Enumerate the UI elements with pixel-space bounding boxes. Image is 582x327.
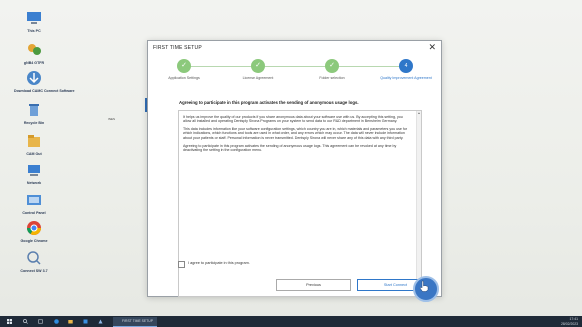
dialog-title: FIRST TIME SETUP — [153, 45, 202, 51]
desktop-icon-label: Download CAMC Connect Software — [14, 89, 75, 93]
recycle-users-icon — [28, 44, 41, 55]
scroll-up-icon[interactable]: ▲ — [417, 111, 421, 115]
search-icon[interactable] — [23, 319, 28, 324]
edge-icon[interactable] — [54, 319, 59, 324]
first-time-setup-dialog: FIRST TIME SETUP ✕ ✓ Application Setting… — [147, 40, 442, 297]
step-connector — [264, 66, 331, 67]
agree-checkbox-label[interactable]: I agree to participate in this program. — [188, 261, 250, 265]
agreement-panel: Agreeing to participate in this program … — [175, 98, 422, 305]
agreement-heading: Agreeing to participate in this program … — [179, 100, 359, 105]
step-4-label: Quality Improvement Agreement — [380, 76, 432, 80]
system-tray[interactable]: 17:41 28/02/2023 — [561, 317, 578, 326]
desktop-icon-network[interactable]: Network — [14, 162, 54, 185]
desktop-icon-label: gNB4 GTFR — [23, 61, 45, 65]
network-icon — [28, 165, 40, 176]
step-connector — [190, 66, 257, 67]
step-1-label: Application Settings — [168, 76, 200, 80]
tray-date: 28/02/2023 — [561, 321, 578, 326]
desktop-icon-label: Control Panel — [22, 211, 46, 215]
control-panel-icon — [27, 195, 41, 205]
desktop-icon-label: CAM Out — [26, 152, 42, 156]
step-3-label: Folder selection — [319, 76, 345, 80]
vertical-scrollbar[interactable]: ▲ ▼ — [416, 111, 421, 296]
previous-button[interactable]: Previous — [276, 279, 351, 291]
desktop-icon-download[interactable]: Download CAMC Connect Software — [14, 70, 75, 93]
setup-stepper: ✓ Application Settings ✓ License Agreeme… — [148, 56, 441, 91]
desktop-icon-this-pc[interactable]: This PC — [14, 10, 54, 33]
desktop-icon-label: Connect SW 3.7 — [20, 269, 48, 273]
desktop-icon-chrome[interactable]: Google Chrome — [14, 220, 54, 243]
search-app-icon — [27, 251, 41, 265]
desktop-icon-cam-out[interactable]: CAM Out — [14, 133, 54, 156]
chrome-icon — [27, 221, 41, 235]
download-icon — [27, 71, 41, 85]
desktop-icon-connect[interactable]: Connect SW 3.7 — [14, 250, 54, 273]
taskbar-active-window-label: FIRST TIME SETUP — [122, 319, 153, 323]
agreement-text-box[interactable]: It helps us improve the quality of our p… — [178, 110, 422, 297]
desktop-icon-label: Google Chrome — [20, 239, 48, 243]
windows-start-icon[interactable] — [7, 319, 12, 324]
step-2-label: License Agreement — [242, 76, 274, 80]
step-3-check-icon: ✓ — [325, 59, 339, 73]
recycle-bin-icon — [29, 104, 39, 116]
computer-icon — [27, 12, 41, 24]
agreement-paragraph: This data includes information like your… — [183, 127, 408, 140]
desktop-icon-recycle-bin[interactable]: Recycle Bin — [14, 102, 54, 125]
hand-cursor-icon — [419, 280, 429, 292]
step-1-check-icon: ✓ — [177, 59, 191, 73]
task-view-icon[interactable] — [38, 319, 43, 324]
agreement-paragraph: It helps us improve the quality of our p… — [183, 115, 403, 124]
step-connector — [338, 66, 406, 67]
agreement-paragraph: Agreeing to participate in this program … — [183, 143, 397, 152]
agree-checkbox[interactable] — [178, 261, 185, 268]
step-2-check-icon: ✓ — [251, 59, 265, 73]
folder-icon — [28, 135, 40, 147]
desktop-icon-label: Recycle Bin — [23, 121, 45, 125]
file-explorer-icon[interactable] — [68, 319, 73, 324]
desktop-icon-users[interactable]: gNB4 GTFR — [14, 42, 54, 65]
desktop-icon-label: Network — [26, 181, 42, 185]
taskbar: FIRST TIME SETUP 17:41 28/02/2023 — [0, 316, 582, 327]
app-window-label: INES — [108, 117, 116, 121]
app-pinned-icon[interactable] — [98, 319, 103, 324]
desktop-icon-control-panel[interactable]: Control Panel — [14, 192, 54, 215]
step-4-number: 4 — [399, 59, 413, 73]
close-icon[interactable]: ✕ — [428, 42, 436, 53]
desktop-icon-label: This PC — [27, 29, 41, 33]
store-icon[interactable] — [83, 319, 88, 324]
